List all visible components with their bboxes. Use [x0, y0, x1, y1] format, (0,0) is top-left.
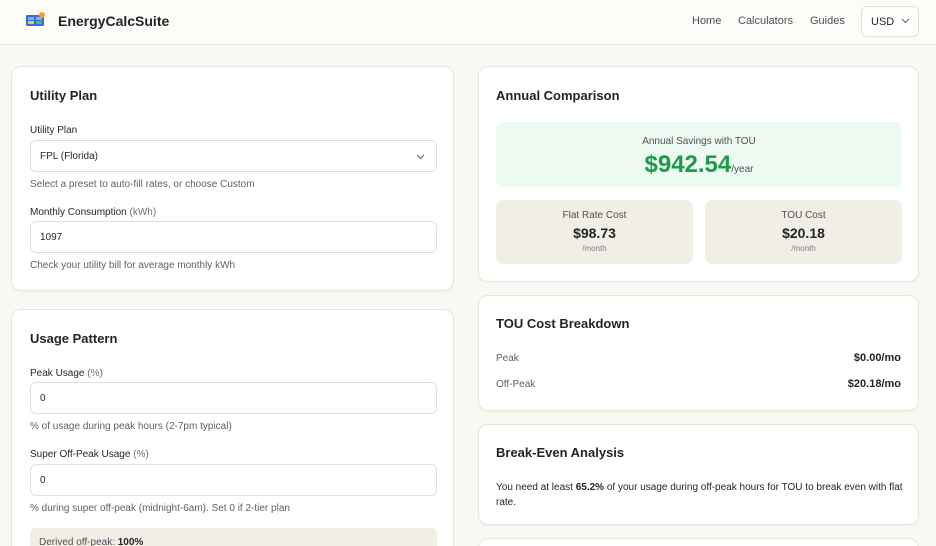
- breakdown-row-value: $20.18/mo: [847, 378, 901, 390]
- annual-savings-label: Annual Savings with TOU: [642, 136, 756, 147]
- tou-cost-period: /month: [791, 244, 816, 253]
- consumption-value: 1097: [40, 232, 63, 243]
- super-off-peak-input[interactable]: 0: [30, 464, 437, 496]
- tou-cost-value: $20.18: [782, 225, 825, 241]
- consumption-help: Check your utility bill for average mont…: [30, 260, 236, 271]
- nav-link-guides[interactable]: Guides: [810, 15, 845, 27]
- peak-usage-input[interactable]: 0: [30, 382, 437, 414]
- annual-savings-amount: $942.54/year: [644, 151, 754, 178]
- flat-rate-period: /month: [582, 244, 607, 253]
- utility-plan-label: Utility Plan: [30, 125, 78, 136]
- super-off-peak-label: Super Off-Peak Usage (%): [30, 449, 149, 460]
- nav-link-home[interactable]: Home: [692, 15, 721, 27]
- tou-breakdown-card: TOU Cost Breakdown Peak $0.00/mo Off-Pea…: [478, 295, 919, 411]
- currency-value: USD: [871, 16, 895, 28]
- card-title: TOU Cost Breakdown: [496, 316, 630, 331]
- nav-link-calculators[interactable]: Calculators: [738, 15, 793, 27]
- consumption-input[interactable]: 1097: [30, 221, 437, 253]
- chevron-down-icon: [901, 18, 910, 24]
- utility-plan-value: FPL (Florida): [40, 151, 98, 162]
- card-title: Annual Comparison: [496, 88, 620, 103]
- top-nav: EnergyCalcSuite Home Calculators Guides …: [0, 0, 936, 45]
- break-even-percentage: 65.2%: [575, 482, 605, 493]
- breakdown-row-value: $0.00/mo: [853, 352, 901, 364]
- consumption-label: Monthly Consumption (kWh): [30, 207, 157, 218]
- peak-usage-value: 0: [40, 393, 46, 404]
- utility-plan-help: Select a preset to auto-fill rates, or c…: [30, 179, 255, 190]
- annual-savings-box: Annual Savings with TOU $942.54/year: [496, 122, 902, 187]
- flat-rate-value: $98.73: [573, 225, 616, 241]
- break-even-text: You need at least 65.2% of your usage du…: [496, 482, 903, 508]
- super-off-peak-help: % during super off-peak (midnight-6am). …: [30, 503, 290, 514]
- usage-pattern-card: Usage Pattern Peak Usage (%) 0 % of usag…: [11, 309, 454, 546]
- currency-select[interactable]: USD: [861, 6, 919, 37]
- tou-cost-box: TOU Cost $20.18 /month: [705, 200, 902, 264]
- next-card: [478, 538, 919, 546]
- peak-usage-label: Peak Usage (%): [30, 368, 103, 379]
- card-title: Break-Even Analysis: [496, 445, 625, 460]
- break-even-card: Break-Even Analysis You need at least 65…: [478, 424, 919, 525]
- chevron-down-icon: [416, 154, 425, 160]
- utility-plan-card: Utility Plan Utility Plan FPL (Florida) …: [11, 66, 454, 291]
- breakdown-row-label: Off-Peak: [496, 379, 536, 390]
- derived-off-peak: Derived off-peak: 100%: [30, 528, 437, 546]
- card-title: Utility Plan: [30, 88, 98, 103]
- tou-cost-label: TOU Cost: [781, 210, 826, 221]
- utility-plan-select[interactable]: FPL (Florida): [30, 140, 437, 172]
- flat-rate-label: Flat Rate Cost: [562, 210, 627, 221]
- card-title: Usage Pattern: [30, 331, 118, 346]
- peak-usage-help: % of usage during peak hours (2-7pm typi…: [30, 421, 232, 432]
- solar-panel-icon: [26, 12, 45, 26]
- annual-comparison-card: Annual Comparison Annual Savings with TO…: [478, 66, 919, 282]
- super-off-peak-value: 0: [40, 475, 46, 486]
- breakdown-row-label: Peak: [496, 353, 519, 364]
- flat-rate-cost-box: Flat Rate Cost $98.73 /month: [496, 200, 693, 264]
- brand-name[interactable]: EnergyCalcSuite: [58, 13, 169, 29]
